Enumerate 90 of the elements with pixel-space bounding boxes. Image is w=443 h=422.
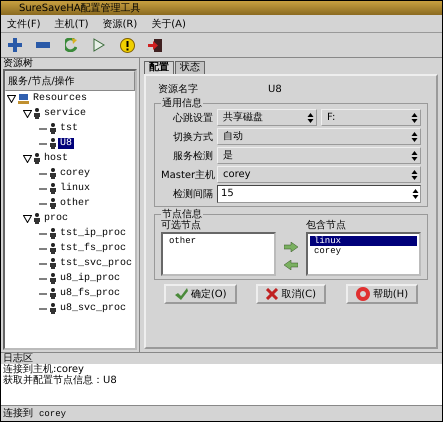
panel-title: 日志区	[2, 353, 33, 364]
window-title: SureSaveHA配置管理工具	[19, 2, 141, 15]
play-icon	[93, 38, 105, 52]
person-icon	[50, 288, 56, 299]
refresh-icon	[65, 38, 77, 52]
list-label: 包含节点	[306, 220, 347, 232]
person-icon	[50, 303, 56, 314]
tree-item[interactable]: tst	[58, 123, 80, 134]
right-arrow-icon[interactable]	[284, 242, 298, 252]
tree-item[interactable]: u8_fs_proc	[58, 288, 122, 299]
plus-icon	[8, 38, 22, 52]
spin-arrows-icon[interactable]	[411, 170, 418, 180]
person-icon	[50, 228, 56, 239]
expanded-icon[interactable]	[23, 110, 32, 118]
menu-item[interactable]: 文件(F)	[7, 16, 41, 30]
person-icon	[50, 198, 56, 209]
list-item[interactable]: corey	[310, 246, 417, 256]
person-icon	[50, 138, 56, 149]
field-label: 检测间隔	[172, 188, 213, 201]
list-item[interactable]: linux	[310, 236, 417, 246]
tab[interactable]: 状态	[175, 61, 205, 74]
column-header: 服务/节点/操作	[5, 71, 135, 91]
person-icon	[50, 258, 56, 269]
tree-item[interactable]: linux	[58, 183, 92, 194]
toolbar-button[interactable]	[146, 36, 164, 54]
spin-arrows-icon[interactable]	[411, 112, 418, 122]
person-icon	[34, 153, 40, 164]
dropdown[interactable]: 是	[217, 147, 421, 164]
computer-icon	[18, 94, 29, 104]
field-label: 切换方式	[172, 130, 213, 144]
spin-arrows-icon[interactable]	[412, 189, 419, 199]
person-icon	[34, 213, 40, 224]
tree-item[interactable]: tst_fs_proc	[58, 243, 128, 254]
expanded-icon[interactable]	[7, 94, 16, 102]
group-title: 通用信息	[161, 98, 203, 109]
spin-arrows-icon[interactable]	[411, 132, 418, 142]
tree-item[interactable]: corey	[58, 168, 92, 179]
person-icon	[50, 273, 56, 284]
tree-item[interactable]: host	[42, 153, 70, 164]
tree-item[interactable]: u8_svc_proc	[58, 303, 128, 314]
dropdown[interactable]: 自动	[217, 128, 421, 145]
spin-field[interactable]: 15	[217, 185, 421, 203]
list-item[interactable]: other	[165, 236, 272, 246]
tree-item[interactable]: Resources	[31, 93, 90, 104]
spin-arrows-icon[interactable]	[307, 112, 314, 122]
expanded-icon[interactable]	[23, 154, 32, 162]
menu-item[interactable]: 关于(A)	[151, 16, 186, 30]
expanded-icon[interactable]	[23, 214, 32, 222]
field-label: 服务检测	[172, 150, 213, 162]
status-label: 连接到	[3, 408, 33, 420]
menu-item[interactable]: 资源(R)	[102, 16, 138, 30]
tree-item[interactable]: service	[42, 108, 88, 119]
field-value: U8	[268, 84, 282, 96]
tab[interactable]: 配置	[144, 61, 174, 74]
lifebuoy-icon	[356, 287, 370, 301]
spin-arrows-icon[interactable]	[411, 150, 418, 160]
tree-item[interactable]: u8_ip_proc	[58, 273, 122, 284]
log-line: 连接到主机:corey	[3, 364, 84, 375]
group-title: 节点信息	[161, 209, 203, 220]
exclamation-icon	[120, 38, 134, 52]
checkmark-icon	[174, 288, 188, 300]
tree-item[interactable]: other	[58, 198, 92, 209]
list-label: 可选节点	[161, 220, 202, 232]
toolbar-button[interactable]	[118, 36, 136, 54]
person-icon	[50, 183, 56, 194]
minus-icon	[36, 42, 50, 48]
field-label: Master主机	[161, 168, 213, 182]
tree-item[interactable]: U8	[58, 138, 74, 149]
tree-item[interactable]: tst_ip_proc	[58, 228, 128, 239]
person-icon	[50, 243, 56, 254]
left-arrow-icon[interactable]	[284, 260, 298, 270]
status-value: corey	[39, 408, 66, 418]
dialog-button[interactable]: 帮助(H)	[346, 284, 418, 304]
person-icon	[50, 168, 56, 179]
dialog-button[interactable]: 确定(O)	[164, 284, 237, 304]
menu-item[interactable]: 主机(T)	[54, 16, 88, 30]
field-label: 心跳设置	[172, 112, 213, 124]
dropdown[interactable]: corey	[217, 166, 421, 183]
panel-title: 资源树	[2, 58, 33, 69]
exit-door-icon	[148, 38, 162, 52]
field-label: 资源名字	[158, 84, 198, 96]
person-icon	[34, 108, 40, 119]
dropdown[interactable]: F:	[321, 109, 421, 126]
cross-icon	[266, 288, 278, 300]
dialog-button[interactable]: 取消(C)	[256, 284, 326, 304]
person-icon	[50, 123, 56, 134]
tree-item[interactable]: tst_svc_proc	[58, 258, 134, 269]
dropdown[interactable]: 共享磁盘	[217, 109, 317, 126]
tree-item[interactable]: proc	[42, 213, 70, 224]
log-line: 获取并配置节点信息：U8	[3, 375, 118, 386]
